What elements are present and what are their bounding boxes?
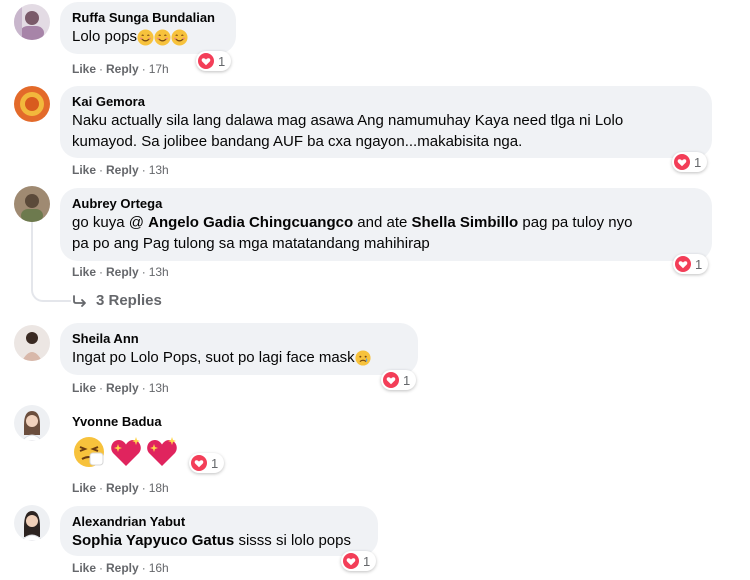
comment-author[interactable]: Alexandrian Yabut bbox=[72, 514, 366, 530]
comment-text: go kuya @ Angelo Gadia Chingcuangco and … bbox=[72, 214, 633, 231]
comment-actions: Like · Reply · 13h bbox=[72, 381, 169, 395]
avatar[interactable] bbox=[14, 186, 50, 222]
like-button[interactable]: Like bbox=[72, 163, 96, 177]
comment-time[interactable]: 17h bbox=[149, 62, 169, 76]
sparkling-heart-icon bbox=[147, 437, 177, 466]
comment-bubble: Aubrey Ortega go kuya @ Angelo Gadia Chi… bbox=[60, 188, 712, 261]
comment-bubble: Ruffa Sunga Bundalian Lolo pops bbox=[60, 2, 236, 54]
smiling-face-icon bbox=[171, 29, 188, 46]
love-reaction-icon bbox=[343, 553, 359, 569]
comment-time[interactable]: 16h bbox=[149, 561, 169, 575]
smiling-face-icon bbox=[154, 29, 171, 46]
like-button[interactable]: Like bbox=[72, 265, 96, 279]
reaction-count[interactable]: 1 bbox=[673, 254, 709, 274]
love-reaction-icon bbox=[383, 372, 399, 388]
comment-actions: Like · Reply · 13h bbox=[72, 163, 169, 177]
like-button[interactable]: Like bbox=[72, 62, 96, 76]
comment-time[interactable]: 18h bbox=[149, 481, 169, 495]
comment-time[interactable]: 13h bbox=[149, 163, 169, 177]
reaction-count[interactable]: 1 bbox=[196, 51, 232, 71]
mention-link[interactable]: Shella Simbillo bbox=[412, 214, 519, 231]
reaction-count[interactable]: 1 bbox=[672, 152, 708, 172]
comment-bubble: Alexandrian Yabut Sophia Yapyuco Gatus s… bbox=[60, 506, 378, 556]
comment-text: Sophia Yapyuco Gatus sisss si lolo pops bbox=[72, 532, 351, 549]
avatar[interactable] bbox=[14, 405, 50, 441]
like-button[interactable]: Like bbox=[72, 481, 96, 495]
reply-button[interactable]: Reply bbox=[106, 381, 139, 395]
comment-actions: Like · Reply · 18h bbox=[72, 481, 169, 495]
avatar[interactable] bbox=[14, 505, 50, 541]
comment-text: pa po ang Pag tulong sa mga matatandang … bbox=[72, 235, 430, 252]
comment-author[interactable]: Ruffa Sunga Bundalian bbox=[72, 10, 224, 26]
comment-author[interactable]: Sheila Ann bbox=[72, 331, 406, 347]
comment-author[interactable]: Kai Gemora bbox=[72, 94, 700, 110]
reply-arrow-icon bbox=[73, 294, 86, 307]
reply-button[interactable]: Reply bbox=[106, 481, 139, 495]
avatar[interactable] bbox=[14, 325, 50, 361]
sparkling-heart-icon bbox=[111, 437, 141, 466]
disappointed-face-icon bbox=[355, 350, 371, 366]
love-reaction-icon bbox=[198, 53, 214, 69]
avatar[interactable] bbox=[14, 86, 50, 122]
mention-link[interactable]: Angelo Gadia Chingcuangco bbox=[148, 214, 353, 231]
smiling-face-icon bbox=[137, 29, 154, 46]
mention-link[interactable]: Sophia Yapyuco Gatus bbox=[72, 532, 234, 549]
comment-text: Lolo pops bbox=[72, 26, 224, 47]
reply-button[interactable]: Reply bbox=[106, 265, 139, 279]
emoji-comment bbox=[72, 434, 180, 470]
reply-button[interactable]: Reply bbox=[106, 62, 139, 76]
love-reaction-icon bbox=[674, 154, 690, 170]
comment-actions: Like · Reply · 13h bbox=[72, 265, 169, 279]
reaction-count[interactable]: 1 bbox=[189, 453, 225, 473]
reaction-count[interactable]: 1 bbox=[381, 370, 417, 390]
comment-text: kumayod. Sa jolibee bandang AUF ba cxa n… bbox=[72, 133, 523, 150]
comment-bubble: Kai Gemora Naku actually sila lang dalaw… bbox=[60, 86, 712, 158]
comment-author[interactable]: Aubrey Ortega bbox=[72, 196, 700, 212]
comment-time[interactable]: 13h bbox=[149, 265, 169, 279]
love-reaction-icon bbox=[191, 455, 207, 471]
sneezing-face-icon bbox=[74, 437, 104, 467]
comment-text: Naku actually sila lang dalawa mag asawa… bbox=[72, 112, 624, 129]
view-replies-link[interactable]: 3 Replies bbox=[72, 292, 162, 309]
like-button[interactable]: Like bbox=[72, 561, 96, 575]
reaction-count[interactable]: 1 bbox=[341, 551, 377, 571]
comment-time[interactable]: 13h bbox=[149, 381, 169, 395]
reply-button[interactable]: Reply bbox=[106, 163, 139, 177]
reply-button[interactable]: Reply bbox=[106, 561, 139, 575]
like-button[interactable]: Like bbox=[72, 381, 96, 395]
comment-actions: Like · Reply · 17h bbox=[72, 62, 169, 76]
comment-bubble: Sheila Ann Ingat po Lolo Pops, suot po l… bbox=[60, 323, 418, 375]
avatar[interactable] bbox=[14, 4, 50, 40]
comment-actions: Like · Reply · 16h bbox=[72, 561, 169, 575]
comment-text: Ingat po Lolo Pops, suot po lagi face ma… bbox=[72, 347, 406, 368]
comment-author[interactable]: Yvonne Badua bbox=[72, 414, 162, 430]
love-reaction-icon bbox=[675, 256, 691, 272]
